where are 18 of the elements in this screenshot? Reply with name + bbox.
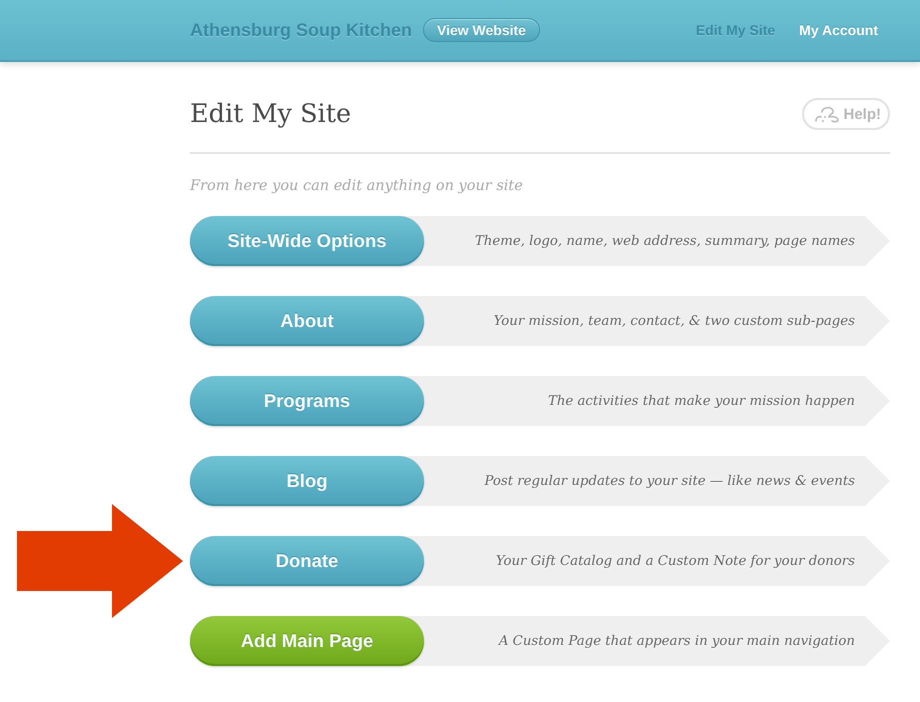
- page-title: Edit My Site: [190, 99, 352, 129]
- intro-text: From here you can edit anything on your site: [190, 178, 524, 194]
- section-description: A Custom Page that appears in your main navigation: [498, 634, 855, 648]
- help-icon: [814, 105, 840, 123]
- section-description: Theme, logo, name, web address, summary, page names: [474, 234, 855, 248]
- nav-link[interactable]: My Account: [799, 22, 878, 38]
- section-description: Post regular updates to your site — like news & events: [484, 474, 855, 488]
- view-website-button[interactable]: View Website: [423, 18, 540, 42]
- section-description: The activities that make your mission happen: [548, 394, 855, 408]
- add-page-button[interactable]: Add Main Page: [190, 616, 424, 666]
- section-button[interactable]: About: [190, 296, 424, 346]
- help-button[interactable]: Help!: [802, 98, 890, 130]
- section-button[interactable]: Donate: [190, 536, 424, 586]
- section-button[interactable]: Site-Wide Options: [190, 216, 424, 266]
- section-button[interactable]: Programs: [190, 376, 424, 426]
- section-description: Your mission, team, contact, & two custom sub-pages: [494, 314, 855, 328]
- section-description: Your Gift Catalog and a Custom Note for your donors: [496, 554, 855, 568]
- section-button[interactable]: Blog: [190, 456, 424, 506]
